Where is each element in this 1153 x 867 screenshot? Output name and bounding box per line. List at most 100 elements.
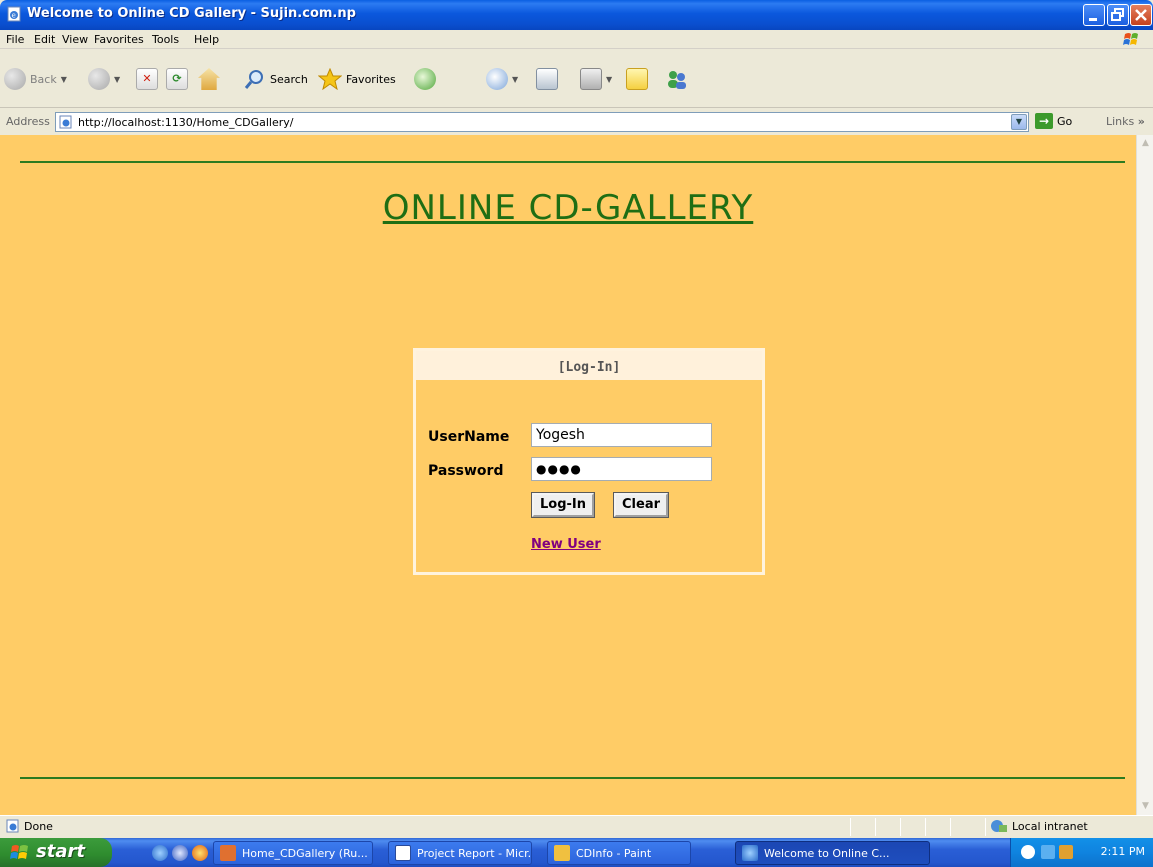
- address-label: Address: [6, 115, 50, 128]
- taskbar: start Home_CDGallery (Ru... Project Repo…: [0, 838, 1153, 867]
- ie-page-icon: [6, 819, 19, 833]
- status-separator: [850, 818, 851, 836]
- username-label: UserName: [428, 429, 510, 445]
- ie-quicklaunch-icon[interactable]: [152, 845, 168, 861]
- login-heading: [Log-In]: [416, 351, 762, 380]
- status-separator: [900, 818, 901, 836]
- window-title-bar[interactable]: e Welcome to Online CD Gallery - Sujin.c…: [0, 0, 1153, 30]
- history-button[interactable]: [414, 68, 436, 90]
- scroll-up-arrow-icon[interactable]: ▲: [1138, 135, 1153, 152]
- go-arrow-icon: →: [1035, 113, 1053, 129]
- task-label: Home_CDGallery (Ru...: [242, 846, 368, 860]
- minimize-button[interactable]: [1083, 4, 1105, 26]
- top-divider: [20, 161, 1125, 163]
- search-label: Search: [270, 72, 308, 86]
- messenger-button[interactable]: [664, 68, 690, 90]
- refresh-button[interactable]: ⟳: [166, 68, 188, 90]
- password-label: Password: [428, 463, 504, 479]
- address-input[interactable]: http://localhost:1130/Home_CDGallery/ ▼: [55, 112, 1029, 132]
- discuss-button[interactable]: [626, 68, 648, 90]
- task-label: CDInfo - Paint: [576, 846, 652, 860]
- menu-view[interactable]: View: [62, 33, 88, 46]
- close-button[interactable]: [1130, 4, 1152, 26]
- menu-tools[interactable]: Tools: [152, 33, 179, 46]
- back-button[interactable]: Back ▼: [4, 68, 67, 90]
- edit-icon: [580, 68, 602, 90]
- mail-icon: [486, 68, 508, 90]
- ie-page-icon: e: [7, 6, 21, 22]
- home-button[interactable]: [198, 68, 220, 90]
- search-button[interactable]: Search: [244, 68, 308, 90]
- address-bar: Address http://localhost:1130/Home_CDGal…: [0, 108, 1153, 135]
- status-text: Done: [24, 819, 53, 833]
- clock[interactable]: 2:11 PM: [1101, 845, 1145, 858]
- status-separator: [950, 818, 951, 836]
- tray-arrow-icon[interactable]: [1021, 845, 1035, 859]
- address-dropdown-button[interactable]: ▼: [1011, 114, 1027, 130]
- task-welcome-online-cd[interactable]: Welcome to Online C...: [735, 841, 930, 865]
- volume-icon[interactable]: [1059, 845, 1073, 859]
- minimize-icon: [1089, 18, 1097, 21]
- windows-logo-icon: [1123, 33, 1138, 45]
- menu-help[interactable]: Help: [194, 33, 219, 46]
- forward-button[interactable]: ▼: [88, 68, 120, 90]
- new-user-link[interactable]: New User: [531, 537, 601, 552]
- task-home-cdgallery[interactable]: Home_CDGallery (Ru...: [213, 841, 373, 865]
- login-button[interactable]: Log-In: [530, 492, 596, 518]
- stop-icon: ✕: [136, 68, 158, 90]
- vertical-scrollbar[interactable]: ▲ ▼: [1136, 135, 1153, 815]
- password-input[interactable]: ●●●●: [531, 457, 712, 481]
- word-app-icon: [395, 845, 411, 861]
- edit-button[interactable]: ▼: [580, 68, 612, 90]
- zone-text: Local intranet: [1012, 819, 1088, 833]
- task-project-report[interactable]: Project Report - Micr...: [388, 841, 532, 865]
- restore-icon: [1111, 8, 1124, 21]
- stop-button[interactable]: ✕: [136, 68, 158, 90]
- back-arrow-icon: [4, 68, 26, 90]
- go-label: Go: [1057, 114, 1073, 128]
- menu-edit[interactable]: Edit: [34, 33, 55, 46]
- print-icon: [536, 68, 558, 90]
- intranet-globe-icon: [991, 820, 1007, 832]
- restore-button[interactable]: [1107, 4, 1129, 26]
- status-done: Done: [6, 819, 53, 833]
- scroll-down-arrow-icon[interactable]: ▼: [1138, 798, 1153, 815]
- print-button[interactable]: [536, 68, 558, 90]
- favorites-button[interactable]: Favorites: [318, 68, 396, 90]
- edit-dropdown-icon: ▼: [606, 74, 613, 84]
- go-button[interactable]: → Go: [1035, 113, 1072, 129]
- menu-file[interactable]: File: [6, 33, 24, 46]
- favorites-label: Favorites: [346, 72, 396, 86]
- close-icon: [1135, 9, 1147, 21]
- status-separator: [875, 818, 876, 836]
- ie-app-icon: [742, 845, 758, 861]
- menu-favorites[interactable]: Favorites: [94, 33, 144, 46]
- menu-bar: File Edit View Favorites Tools Help: [0, 30, 1153, 49]
- window-title: Welcome to Online CD Gallery - Sujin.com…: [27, 6, 356, 21]
- links-button[interactable]: Links »: [1106, 115, 1145, 128]
- clear-button[interactable]: Clear: [613, 492, 669, 518]
- forward-arrow-icon: [88, 68, 110, 90]
- task-cdinfo-paint[interactable]: CDInfo - Paint: [547, 841, 691, 865]
- page-content: ONLINE CD-GALLERY [Log-In] UserName Yoge…: [0, 135, 1136, 815]
- svg-text:e: e: [12, 12, 16, 20]
- refresh-icon: ⟳: [166, 68, 188, 90]
- back-dropdown-icon: ▼: [60, 74, 67, 84]
- messenger-icon: [668, 71, 686, 89]
- windows-flag-icon: [10, 845, 28, 859]
- vs-app-icon: [220, 845, 236, 861]
- start-button[interactable]: start: [0, 838, 112, 867]
- login-panel: [Log-In] UserName Yogesh Password ●●●● L…: [413, 348, 765, 575]
- username-input[interactable]: Yogesh: [531, 423, 712, 447]
- favorites-star-icon: [318, 68, 342, 90]
- media-quicklaunch-icon[interactable]: [192, 845, 208, 861]
- task-label: Project Report - Micr...: [417, 846, 532, 860]
- chevron-right-double-icon: »: [1137, 115, 1145, 128]
- security-zone: Local intranet: [990, 819, 1088, 833]
- ie-alt-quicklaunch-icon[interactable]: [172, 845, 188, 861]
- system-tray: 2:11 PM: [1010, 838, 1153, 867]
- address-url: http://localhost:1130/Home_CDGallery/: [78, 116, 294, 129]
- network-icon[interactable]: [1041, 845, 1055, 859]
- site-title: ONLINE CD-GALLERY: [382, 188, 754, 228]
- mail-button[interactable]: ▼: [486, 68, 518, 90]
